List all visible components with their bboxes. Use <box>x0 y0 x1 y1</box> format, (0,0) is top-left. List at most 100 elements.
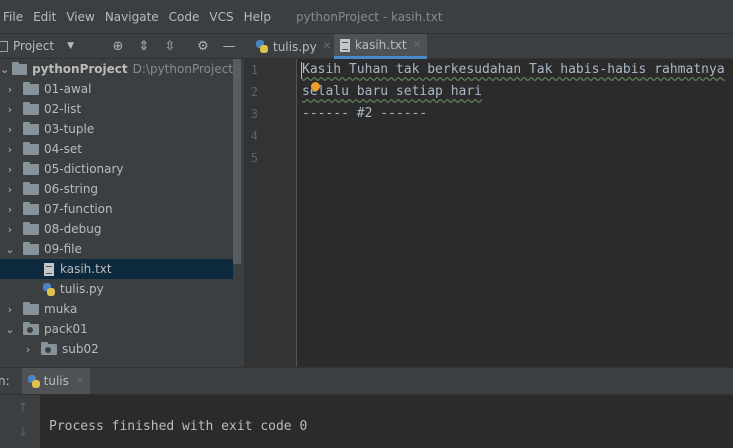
project-panel-title[interactable]: Project <box>13 39 54 53</box>
line-number: 3 <box>250 107 258 121</box>
line-number: 2 <box>250 85 258 99</box>
line-number: 4 <box>250 129 258 143</box>
chevron-down-icon[interactable]: ⌄ <box>0 63 9 76</box>
folder-icon <box>23 221 39 235</box>
python-file-icon <box>256 40 268 53</box>
gear-icon[interactable]: ⚙ <box>195 39 211 55</box>
code-line-2[interactable]: selalu baru setiap hari <box>302 84 482 99</box>
project-icon <box>0 40 8 52</box>
tree-item-label: tulis.py <box>60 282 104 296</box>
run-toolbar: ↑ ↓ <box>0 395 40 448</box>
chevron-down-icon[interactable]: ⌄ <box>5 323 15 336</box>
tree-item-label: kasih.txt <box>60 262 112 276</box>
close-icon[interactable]: ✕ <box>323 41 331 52</box>
tab-tulis-py[interactable]: tulis.py ✕ <box>250 34 337 59</box>
menu-code[interactable]: Code <box>164 10 205 24</box>
lightbulb-icon[interactable] <box>311 82 320 91</box>
folder-icon <box>12 61 28 75</box>
arrow-down-icon[interactable]: ↓ <box>16 425 30 440</box>
menu-vcs[interactable]: VCS <box>204 10 238 24</box>
tree-item-07-function[interactable]: › 07-function <box>0 199 233 219</box>
run-console[interactable]: Process finished with exit code 0 <box>40 395 733 448</box>
editor-gutter: 1 2 3 4 5 <box>244 59 296 367</box>
chevron-right-icon[interactable]: › <box>23 343 33 356</box>
chevron-right-icon[interactable]: › <box>5 223 15 236</box>
tree-item-pack01[interactable]: ⌄ pack01 <box>0 319 233 339</box>
folder-icon <box>23 121 39 135</box>
folder-icon <box>23 301 39 315</box>
chevron-right-icon[interactable]: › <box>5 163 15 176</box>
console-output: Process finished with exit code 0 <box>49 419 308 434</box>
python-file-icon <box>27 374 40 388</box>
locate-icon[interactable]: ⊕ <box>110 39 126 55</box>
tree-item-04-set[interactable]: › 04-set <box>0 139 233 159</box>
menu-bar: File Edit View Navigate Code VCS Help py… <box>0 0 733 33</box>
tree-item-label: pack01 <box>44 322 88 336</box>
arrow-up-icon[interactable]: ↑ <box>16 401 30 416</box>
close-icon[interactable]: ✕ <box>413 40 421 51</box>
tree-item-label: 04-set <box>44 142 82 156</box>
project-tree: ⌄ pythonProject D:\pythonProject › 01-aw… <box>0 59 244 367</box>
tree-item-muka[interactable]: › muka <box>0 299 233 319</box>
menu-edit[interactable]: Edit <box>28 10 61 24</box>
tree-scrollbar[interactable] <box>233 59 241 264</box>
text-file-icon <box>340 38 350 52</box>
menu-navigate[interactable]: Navigate <box>100 10 164 24</box>
chevron-down-icon[interactable]: ▼ <box>67 41 74 51</box>
project-name: pythonProject <box>32 62 128 76</box>
expand-all-icon[interactable]: ⇕ <box>136 39 152 55</box>
package-icon <box>23 321 39 335</box>
folder-icon <box>23 101 39 115</box>
tab-kasih-txt[interactable]: kasih.txt ✕ <box>334 34 427 59</box>
tree-item-06-string[interactable]: › 06-string <box>0 179 233 199</box>
window-title: pythonProject - kasih.txt <box>295 9 443 24</box>
menu-help[interactable]: Help <box>239 10 276 24</box>
collapse-all-icon[interactable]: ⇳ <box>162 39 178 55</box>
tree-item-label: 09-file <box>44 242 82 256</box>
tree-item-09-file[interactable]: ⌄ 09-file <box>0 239 233 259</box>
menu-view[interactable]: View <box>61 10 99 24</box>
text-caret <box>301 62 302 79</box>
tree-item-02-list[interactable]: › 02-list <box>0 99 233 119</box>
code-editor[interactable]: Kasih Tuhan tak berkesudahan Tak habis-h… <box>297 59 733 367</box>
tree-item-03-tuple[interactable]: › 03-tuple <box>0 119 233 139</box>
tree-item-label: 03-tuple <box>44 122 95 136</box>
chevron-right-icon[interactable]: › <box>5 203 15 216</box>
tree-item-sub02[interactable]: › sub02 <box>0 339 233 359</box>
tree-item-tulis-py[interactable]: tulis.py <box>0 279 233 299</box>
run-label: n: <box>0 374 10 388</box>
line-number: 1 <box>250 63 258 77</box>
code-line-text: ------ #2 ------ <box>302 106 428 121</box>
folder-icon <box>23 141 39 155</box>
editor-tab-bar: tulis.py ✕ kasih.txt ✕ <box>244 33 733 59</box>
chevron-right-icon[interactable]: › <box>5 183 15 196</box>
menu-file[interactable]: File <box>0 10 28 24</box>
run-tab-tulis[interactable]: tulis ✕ <box>21 368 91 394</box>
project-panel-header: Project ▼ ⊕ ⇕ ⇳ ⚙ — <box>0 33 244 59</box>
tree-item-label: 05-dictionary <box>44 162 124 176</box>
chevron-right-icon[interactable]: › <box>5 303 15 316</box>
chevron-right-icon[interactable]: › <box>5 143 15 156</box>
tree-item-label: muka <box>44 302 78 316</box>
hide-icon[interactable]: — <box>221 39 237 55</box>
run-panel-header: n: tulis ✕ <box>0 367 733 395</box>
tree-item-05-dictionary[interactable]: › 05-dictionary <box>0 159 233 179</box>
chevron-down-icon[interactable]: ⌄ <box>5 243 15 256</box>
tree-item-01-awal[interactable]: › 01-awal <box>0 79 233 99</box>
tree-item-08-debug[interactable]: › 08-debug <box>0 219 233 239</box>
tree-root[interactable]: ⌄ pythonProject D:\pythonProject <box>0 59 233 79</box>
tree-item-kasih-txt[interactable]: kasih.txt <box>0 259 233 279</box>
chevron-right-icon[interactable]: › <box>5 103 15 116</box>
code-line-1[interactable]: Kasih Tuhan tak berkesudahan Tak habis-h… <box>302 62 725 77</box>
folder-icon <box>23 181 39 195</box>
folder-icon <box>23 201 39 215</box>
close-icon[interactable]: ✕ <box>76 376 84 387</box>
chevron-right-icon[interactable]: › <box>5 123 15 136</box>
tab-label: kasih.txt <box>355 38 407 52</box>
code-line-3[interactable]: ------ #2 ------ <box>302 106 427 121</box>
chevron-right-icon[interactable]: › <box>5 83 15 96</box>
tree-item-label: sub02 <box>62 342 99 356</box>
run-tab-label: tulis <box>43 374 69 388</box>
folder-icon <box>23 241 39 255</box>
line-number: 5 <box>250 151 258 165</box>
